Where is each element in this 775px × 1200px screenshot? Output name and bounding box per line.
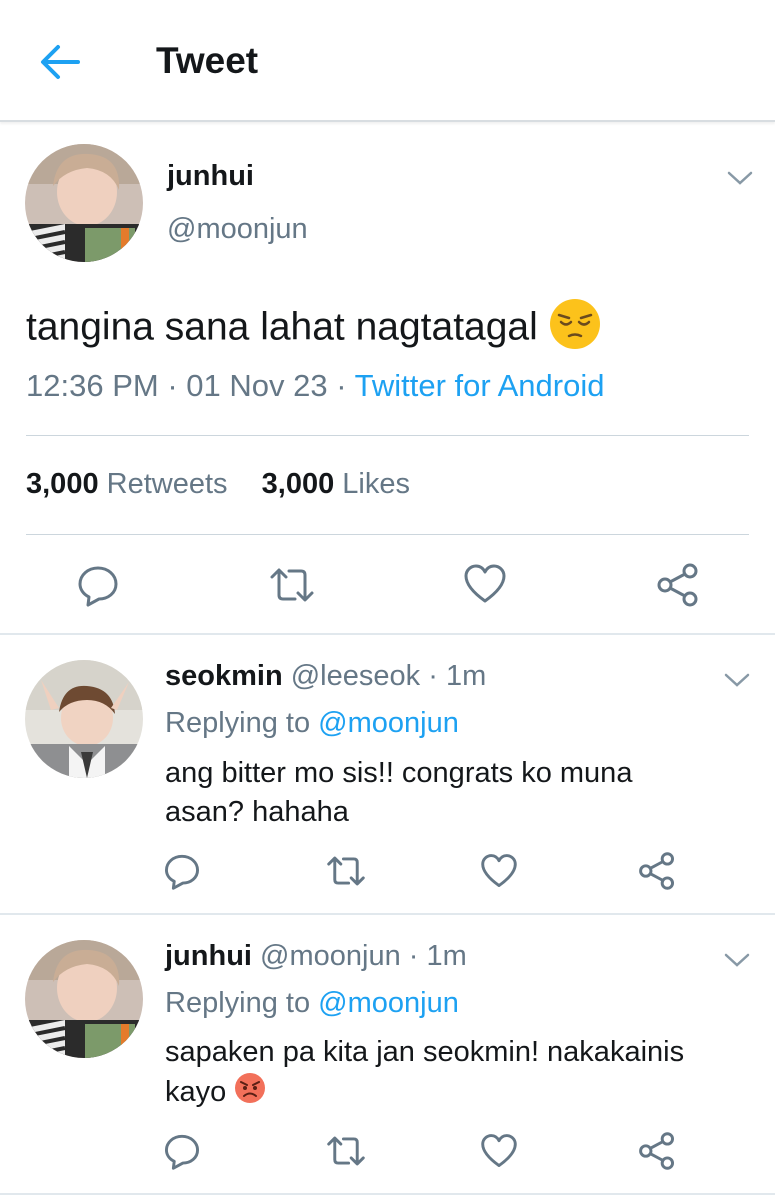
retweet-icon[interactable]	[325, 852, 367, 895]
replying-to: Replying to @moonjun	[165, 987, 459, 1020]
angry-face-icon	[234, 1072, 266, 1115]
divider	[26, 435, 749, 436]
share-icon[interactable]	[656, 562, 700, 613]
reply-author-handle[interactable]: @leeseok	[291, 660, 420, 692]
tweet-stats: 3,000 Retweets 3,000 Likes	[26, 468, 410, 501]
tweet-time: 12:36 PM	[26, 368, 159, 403]
back-arrow-icon[interactable]	[38, 42, 82, 82]
meta-separator: ·	[408, 940, 419, 972]
reply-author-name[interactable]: seokmin	[165, 660, 283, 692]
retweets-count[interactable]: 3,000	[26, 468, 99, 500]
retweet-icon[interactable]	[268, 563, 316, 612]
reply-text-line: sapaken pa kita jan seokmin! nakakainis	[165, 1036, 685, 1068]
reply-icon[interactable]	[76, 563, 120, 612]
author-name[interactable]: junhui	[167, 160, 254, 193]
chevron-down-icon[interactable]	[725, 168, 755, 188]
avatar[interactable]	[25, 940, 143, 1058]
meta-separator: ·	[428, 660, 438, 692]
pensive-face-icon	[549, 298, 601, 360]
reply-text-line: kayo	[165, 1076, 227, 1109]
avatar[interactable]	[25, 660, 143, 778]
meta-separator: ·	[167, 368, 178, 403]
replying-to-handle[interactable]: @moonjun	[318, 707, 459, 739]
reply-text: sapaken pa kita jan seokmin! nakakainis …	[165, 1033, 725, 1115]
reply-time: 1m	[445, 660, 487, 692]
replying-to-label: Replying to	[165, 707, 311, 739]
avatar[interactable]	[25, 144, 143, 262]
share-icon[interactable]	[638, 1131, 676, 1176]
divider	[0, 913, 775, 915]
heart-icon[interactable]	[480, 1133, 518, 1174]
top-bar: Tweet	[0, 0, 775, 122]
reply-author-handle[interactable]: @moonjun	[260, 940, 401, 972]
reply-text-line: ang bitter mo sis!! congrats ko muna	[165, 757, 633, 789]
reply-text: ang bitter mo sis!! congrats ko muna asa…	[165, 754, 725, 832]
reply-icon[interactable]	[163, 852, 201, 895]
reply-author-name[interactable]: junhui	[165, 940, 252, 972]
likes-label[interactable]: Likes	[342, 468, 410, 500]
chevron-down-icon[interactable]	[722, 950, 752, 970]
divider	[26, 534, 749, 535]
author-handle[interactable]: @moonjun	[167, 213, 308, 246]
retweets-label[interactable]: Retweets	[107, 468, 228, 500]
page-title: Tweet	[156, 40, 259, 81]
divider	[0, 633, 775, 635]
tweet-meta: 12:36 PM · 01 Nov 23 · Twitter for Andro…	[26, 368, 604, 404]
reply-header: seokmin @leeseok · 1m	[165, 660, 486, 693]
tweet-date: 01 Nov 23	[186, 368, 328, 403]
reply-header: junhui @moonjun · 1m	[165, 940, 467, 973]
replying-to: Replying to @moonjun	[165, 707, 459, 740]
heart-icon[interactable]	[463, 563, 507, 610]
likes-count[interactable]: 3,000	[262, 468, 335, 500]
retweet-icon[interactable]	[325, 1132, 367, 1175]
chevron-down-icon[interactable]	[722, 670, 752, 690]
reply-text-line-2: kayo	[165, 1072, 725, 1115]
reply-icon[interactable]	[163, 1132, 201, 1175]
reply-text-line: asan? hahaha	[165, 796, 349, 828]
reply-time: 1m	[426, 940, 467, 972]
replying-to-handle[interactable]: @moonjun	[318, 987, 459, 1019]
tweet-source-link[interactable]: Twitter for Android	[355, 368, 605, 403]
tweet-text-content: tangina sana lahat nagtatagal	[26, 305, 538, 349]
share-icon[interactable]	[638, 851, 676, 896]
replying-to-label: Replying to	[165, 987, 311, 1019]
meta-separator: ·	[336, 368, 347, 403]
divider	[0, 1193, 775, 1195]
tweet-text: tangina sana lahat nagtatagal	[26, 298, 601, 360]
heart-icon[interactable]	[480, 853, 518, 894]
